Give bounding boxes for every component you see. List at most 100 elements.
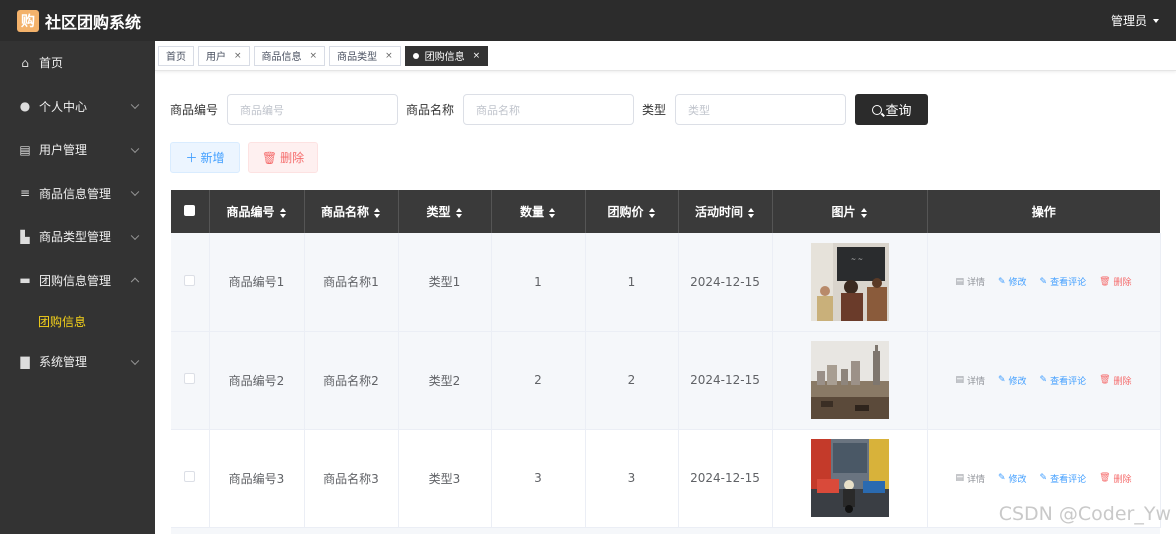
detail-button[interactable]: ▤ 详情 [955, 275, 985, 289]
column-header-label: 团购价 [607, 205, 644, 219]
sort-icon[interactable] [374, 207, 381, 218]
input-placeholder: 类型 [688, 103, 711, 117]
input-placeholder: 商品名称 [476, 103, 521, 117]
cell-image [772, 429, 928, 528]
type-input[interactable]: 类型 [675, 94, 847, 125]
row-checkbox[interactable] [184, 274, 196, 286]
sidebar-item-system[interactable]: ▇ 系统管理 [0, 340, 155, 384]
row-select-cell [171, 233, 210, 332]
tab-product-info[interactable]: 商品信息 × [253, 45, 326, 66]
column-header[interactable]: 类型 [398, 190, 492, 233]
select-all-cell[interactable] [171, 190, 210, 233]
tab-label: 团购信息 [424, 52, 465, 63]
table-row: 商品编号2 商品名称2 类型2 2 2 2024-12-15 ▤ 详情 ✎ 修改… [171, 331, 1161, 430]
product-code-input[interactable]: 商品编号 [227, 94, 399, 125]
search-button-label: 查询 [885, 104, 912, 119]
column-header[interactable]: 活动时间 [678, 190, 773, 233]
column-header[interactable]: 团购价 [585, 190, 679, 233]
row-select-cell [171, 429, 210, 528]
sort-icon[interactable] [748, 207, 755, 218]
sort-icon[interactable] [455, 207, 463, 218]
column-header[interactable]: 商品编号 [209, 190, 305, 233]
add-button-label: 新增 [200, 151, 225, 165]
column-header[interactable]: 商品名称 [304, 190, 399, 233]
edit-button[interactable]: ✎ 修改 [998, 374, 1027, 387]
row-delete-button[interactable]: 🗑 删除 [1099, 275, 1131, 289]
street-traffic-photo[interactable] [810, 439, 889, 517]
edit-button[interactable]: ✎ 修改 [997, 275, 1027, 289]
edit-icon: ✎ [997, 375, 1006, 385]
column-header[interactable]: 图片 [772, 190, 928, 233]
clipboard-icon: ▤ [19, 142, 31, 157]
document-icon: ▤ [955, 473, 964, 483]
cell-price: 1 [585, 233, 679, 332]
tab-users[interactable]: 用户 × [198, 45, 250, 66]
row-actions: ▤ 详情 ✎ 修改 ✎ 查看评论 🗑 删除 [928, 275, 1160, 289]
sidebar-item-product-type[interactable]: ▙ 商品类型管理 [0, 215, 155, 259]
input-placeholder: 商品编号 [240, 103, 285, 117]
sidebar-item-product-info[interactable]: ≡ 商品信息管理 [0, 172, 155, 216]
tab-label: 商品类型 [337, 52, 378, 63]
chevron-down-icon [130, 144, 140, 153]
classroom-photo[interactable]: ~ ~ [810, 242, 889, 321]
column-header-label: 操作 [1031, 205, 1056, 219]
product-name-label: 商品名称 [406, 103, 455, 117]
sidebar-item-group-buy[interactable]: ▬ 团购信息管理 [0, 259, 155, 303]
delete-button[interactable]: 🗑 删除 [248, 142, 318, 173]
sidebar-item-profile[interactable]: ● 个人中心 [0, 85, 155, 129]
close-icon[interactable]: × [310, 51, 318, 61]
cell-image: ~ ~ [772, 233, 928, 332]
city-skyline-photo[interactable] [810, 341, 889, 419]
sort-icon[interactable] [279, 207, 287, 218]
logo-char: 购 [21, 13, 35, 30]
cell-qty: 2 [491, 331, 586, 430]
home-icon: ⌂ [21, 55, 29, 70]
tab-product-type[interactable]: 商品类型 × [329, 45, 401, 66]
sidebar-item-home[interactable]: ⌂ 首页 [0, 41, 155, 85]
add-button[interactable]: ＋ 新增 [170, 142, 240, 173]
tab-home[interactable]: 首页 [158, 45, 194, 66]
row-actions: ▤ 详情 ✎ 修改 ✎ 查看评论 🗑 删除 [928, 374, 1160, 387]
sidebar-item-label: 商品类型管理 [39, 230, 112, 245]
row-checkbox[interactable] [184, 471, 196, 482]
view-comments-button[interactable]: ✎ 查看评论 [1040, 275, 1087, 289]
row-delete-button[interactable]: 🗑 删除 [1099, 472, 1131, 485]
view-comments-button[interactable]: ✎ 查看评论 [1040, 472, 1087, 485]
product-code-label: 商品编号 [170, 103, 219, 117]
row-checkbox[interactable] [184, 373, 196, 384]
caret-down-icon [1153, 18, 1159, 23]
edit-icon: ✎ [997, 276, 1006, 287]
chevron-down-icon [130, 187, 140, 197]
sidebar-subitem-group-buy-info[interactable]: 团购信息 [0, 302, 155, 340]
sort-icon[interactable] [549, 207, 556, 218]
view-comments-button[interactable]: ✎ 查看评论 [1040, 374, 1087, 387]
row-select-cell [171, 331, 210, 430]
sort-icon[interactable] [860, 207, 868, 218]
trash-icon: 🗑 [1099, 473, 1111, 483]
group-buy-table: 商品编号 商品名称 类型 数量 团购价 活动时间 图片 操作 商品编号1 商品名… [171, 190, 1161, 528]
close-icon[interactable]: × [385, 51, 393, 61]
column-header[interactable]: 数量 [491, 190, 586, 233]
search-icon [871, 104, 882, 115]
search-button[interactable]: 查询 [855, 94, 929, 125]
close-icon[interactable]: × [473, 51, 481, 61]
detail-button[interactable]: ▤ 详情 [955, 472, 985, 485]
close-icon[interactable]: × [234, 51, 242, 61]
cell-type: 类型1 [398, 233, 492, 332]
row-delete-label: 删除 [1113, 376, 1132, 387]
sidebar-item-users[interactable]: ▤ 用户管理 [0, 128, 155, 172]
user-icon: ● [19, 99, 31, 114]
edit-button[interactable]: ✎ 修改 [998, 472, 1027, 485]
cell-price: 3 [585, 429, 679, 528]
view-comments-label: 查看评论 [1050, 278, 1087, 289]
detail-button[interactable]: ▤ 详情 [955, 374, 985, 387]
select-all-checkbox[interactable] [184, 204, 196, 216]
sort-icon[interactable] [648, 207, 656, 218]
tab-group-buy-info[interactable]: 团购信息 × [404, 45, 489, 66]
message-icon: ▬ [19, 273, 31, 288]
column-header-label: 图片 [831, 205, 856, 219]
user-menu[interactable]: 管理员 [1111, 12, 1159, 29]
sidebar-item-label: 用户管理 [39, 143, 88, 158]
row-delete-button[interactable]: 🗑 删除 [1099, 374, 1131, 387]
product-name-input[interactable]: 商品名称 [463, 94, 635, 125]
